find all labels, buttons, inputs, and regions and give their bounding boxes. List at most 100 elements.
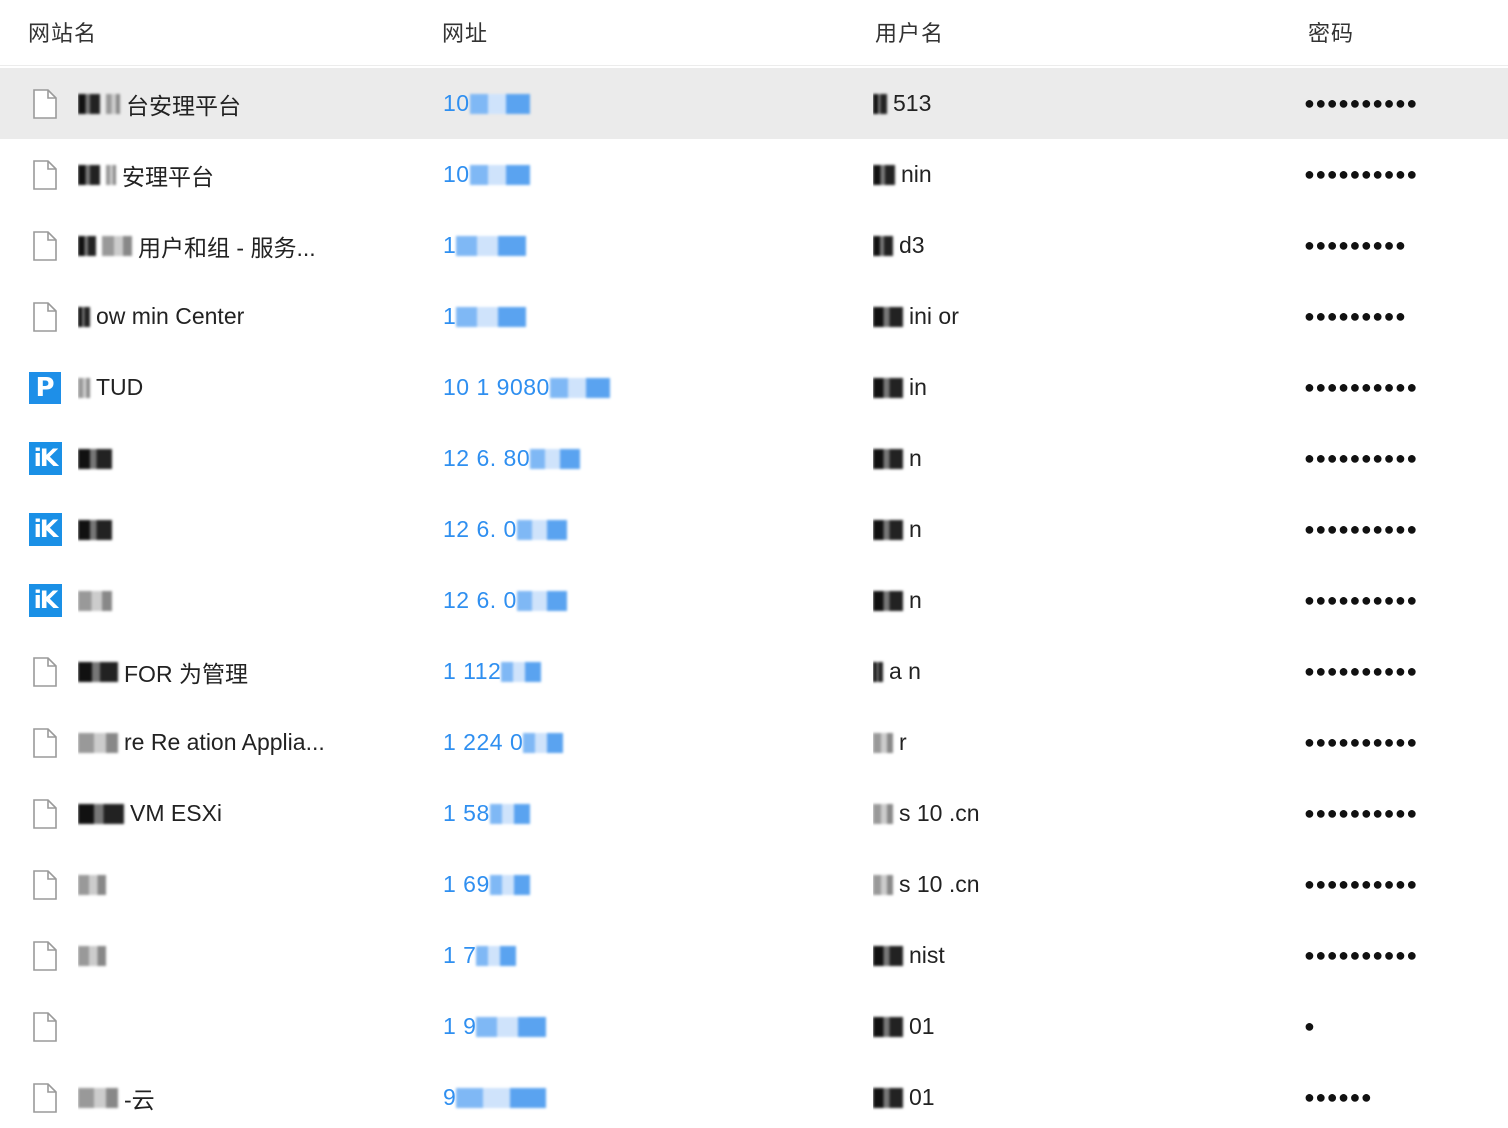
row-icon-cell	[28, 991, 62, 1062]
site-url[interactable]: 1 69	[443, 871, 490, 898]
site-name-cell: 台安理平台	[78, 68, 418, 139]
row-icon-cell	[28, 1062, 62, 1128]
table-row[interactable]: VM ESXi 1 58 s 10 .cn ●●●●●●●●●●	[0, 778, 1508, 849]
password-mask: ●●●●●●	[1304, 1087, 1373, 1107]
site-name: VM ESXi	[130, 800, 223, 826]
url-cell[interactable]: 10	[443, 139, 853, 210]
site-url[interactable]: 1	[443, 232, 456, 259]
row-icon-cell	[28, 849, 62, 920]
username: ini or	[909, 303, 959, 329]
password-cell: ●●●●●●●●●●	[1304, 636, 1484, 707]
url-cell[interactable]: 12 6. 0	[443, 494, 853, 565]
url-cell[interactable]: 9	[443, 1062, 853, 1128]
table-row[interactable]: P TUD 10 1 9080 in ●●●●●●●●●●	[0, 352, 1508, 423]
row-icon-cell	[28, 920, 62, 991]
table-row[interactable]: iK 12 6. 0 n ●●●●●●●●●●	[0, 494, 1508, 565]
site-name-cell: TUD	[78, 352, 418, 423]
site-url[interactable]: 10	[443, 161, 470, 188]
url-cell[interactable]: 1 69	[443, 849, 853, 920]
p-app-icon: P	[29, 371, 61, 404]
username-cell: 01	[873, 991, 1283, 1062]
site-url[interactable]: 10	[443, 90, 470, 117]
file-icon	[33, 656, 57, 687]
site-name-cell: -云	[78, 1062, 418, 1128]
table-row[interactable]: 用户和组 - 服务... 1 d3 ●●●●●●●●●	[0, 210, 1508, 281]
site-name-cell: 用户和组 - 服务...	[78, 210, 418, 281]
site-url[interactable]: 1 9	[443, 1013, 476, 1040]
table-row[interactable]: 台安理平台 10 513 ●●●●●●●●●●	[0, 68, 1508, 139]
site-name: re Re ation Applia...	[124, 729, 325, 755]
url-cell[interactable]: 10 1 9080	[443, 352, 853, 423]
site-url[interactable]: 1 7	[443, 942, 476, 969]
username-cell: n	[873, 565, 1283, 636]
site-url[interactable]: 12 6. 0	[443, 516, 517, 543]
url-cell[interactable]: 1 224 0	[443, 707, 853, 778]
url-cell[interactable]: 1 112	[443, 636, 853, 707]
row-icon-cell	[28, 210, 62, 281]
url-cell[interactable]: 1 7	[443, 920, 853, 991]
table-row[interactable]: iK 12 6. 80 n ●●●●●●●●●●	[0, 423, 1508, 494]
username-cell: ini or	[873, 281, 1283, 352]
row-icon-cell	[28, 778, 62, 849]
site-name: 台安理平台	[126, 92, 241, 119]
column-header-url[interactable]: 网址	[442, 16, 488, 48]
site-name: 用户和组 - 服务...	[138, 234, 316, 261]
column-header-username[interactable]: 用户名	[875, 16, 944, 48]
table-row[interactable]: -云 9 01 ●●●●●●	[0, 1062, 1508, 1128]
table-row[interactable]: iK 12 6. 0 n ●●●●●●●●●●	[0, 565, 1508, 636]
username-cell: in	[873, 352, 1283, 423]
url-cell[interactable]: 12 6. 80	[443, 423, 853, 494]
site-url[interactable]: 1 58	[443, 800, 490, 827]
password-cell: ●●●●●●●●●●	[1304, 494, 1484, 565]
url-cell[interactable]: 1	[443, 281, 853, 352]
site-name-cell: VM ESXi	[78, 778, 418, 849]
row-icon-cell: iK	[28, 423, 62, 494]
table-row[interactable]: 安理平台 10 nin ●●●●●●●●●●	[0, 139, 1508, 210]
username: s 10 .cn	[899, 800, 980, 826]
table-row[interactable]: 1 7 nist ●●●●●●●●●●	[0, 920, 1508, 991]
row-icon-cell: iK	[28, 494, 62, 565]
column-header-site[interactable]: 网站名	[28, 16, 97, 48]
site-url[interactable]: 1 112	[443, 658, 501, 685]
site-url[interactable]: 12 6. 0	[443, 587, 517, 614]
site-name-cell: FOR 为管理	[78, 636, 418, 707]
site-url[interactable]: 1 224 0	[443, 729, 523, 756]
username: n	[909, 516, 922, 542]
table-row[interactable]: 1 69 s 10 .cn ●●●●●●●●●●	[0, 849, 1508, 920]
table-row[interactable]: ow min Center 1 ini or ●●●●●●●●●	[0, 281, 1508, 352]
username: nist	[909, 942, 945, 968]
file-icon	[33, 88, 57, 119]
password-mask: ●●●●●●●●●●	[1304, 519, 1418, 539]
site-url[interactable]: 12 6. 80	[443, 445, 530, 472]
file-icon	[33, 1011, 57, 1042]
ik-app-icon: iK	[28, 584, 62, 617]
username-cell: 513	[873, 68, 1283, 139]
username: 01	[909, 1084, 935, 1110]
password-cell: ●●●●●●●●●●	[1304, 352, 1484, 423]
username-cell: n	[873, 423, 1283, 494]
url-cell[interactable]: 1 9	[443, 991, 853, 1062]
password-list-table: 网站名 网址 用户名 密码 台安理平台 10 513 ●●●●●●●●●● 安理平台 10…	[0, 0, 1508, 1128]
url-cell[interactable]: 1 58	[443, 778, 853, 849]
site-name-cell	[78, 423, 418, 494]
site-url[interactable]: 9	[443, 1084, 456, 1111]
url-cell[interactable]: 10	[443, 68, 853, 139]
file-icon	[33, 1082, 57, 1113]
url-cell[interactable]: 1	[443, 210, 853, 281]
table-row[interactable]: FOR 为管理 1 112 a n ●●●●●●●●●●	[0, 636, 1508, 707]
password-mask: ●	[1304, 1016, 1316, 1036]
password-mask: ●●●●●●●●●●	[1304, 661, 1418, 681]
url-cell[interactable]: 12 6. 0	[443, 565, 853, 636]
file-icon	[33, 869, 57, 900]
site-url[interactable]: 1	[443, 303, 456, 330]
password-cell: ●●●●●●●●●●	[1304, 707, 1484, 778]
table-row[interactable]: re Re ation Applia... 1 224 0 r ●●●●●●●●●●	[0, 707, 1508, 778]
password-mask: ●●●●●●●●●●	[1304, 803, 1418, 823]
file-icon	[33, 940, 57, 971]
table-row[interactable]: 1 9 01 ●	[0, 991, 1508, 1062]
row-icon-cell	[28, 636, 62, 707]
password-cell: ●	[1304, 991, 1484, 1062]
username-cell: r	[873, 707, 1283, 778]
column-header-password[interactable]: 密码	[1308, 16, 1354, 48]
site-url[interactable]: 10 1 9080	[443, 374, 550, 401]
